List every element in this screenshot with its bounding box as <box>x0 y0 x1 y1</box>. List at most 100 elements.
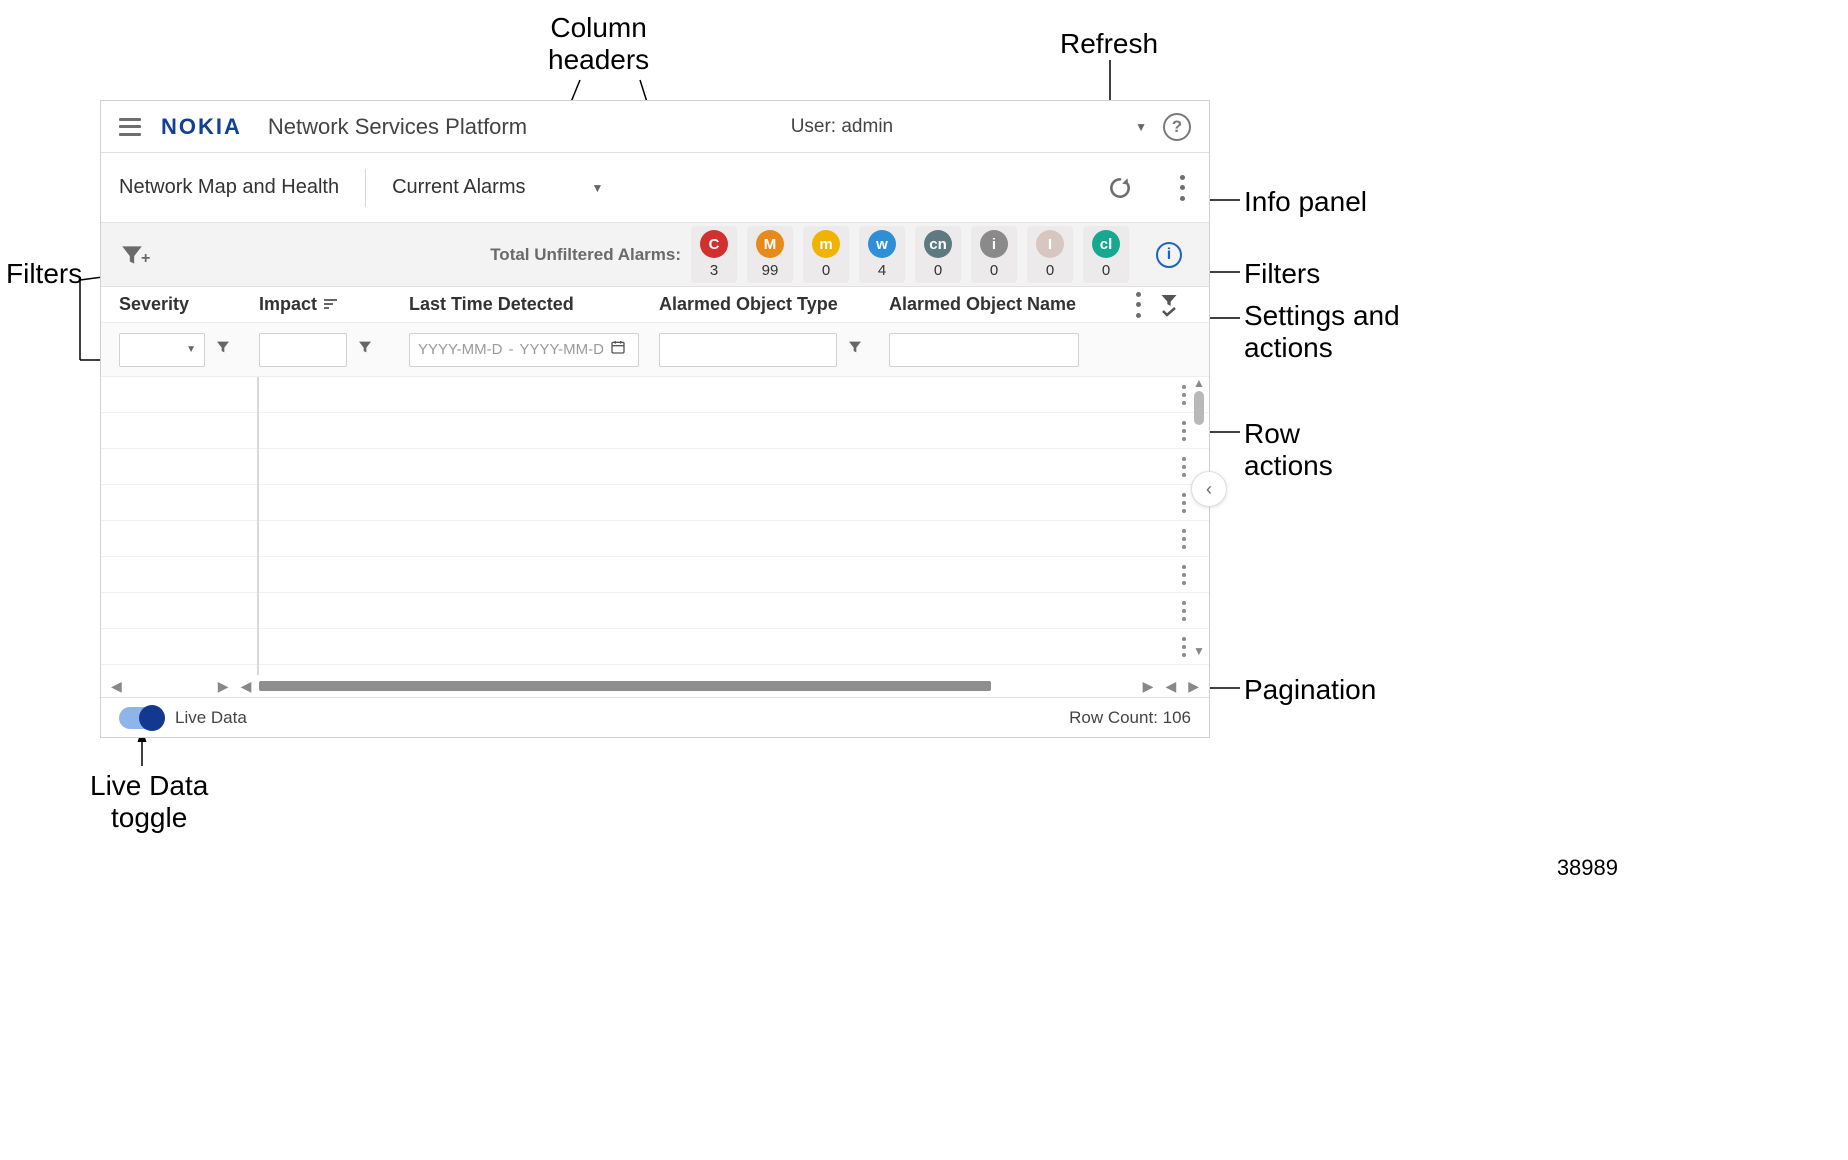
help-icon[interactable]: ? <box>1163 113 1191 141</box>
summary-bar: + Total Unfiltered Alarms: C3M99m0w4cn0i… <box>101 223 1209 287</box>
divider <box>365 169 366 207</box>
severity-dot-icon: i <box>980 230 1008 258</box>
severity-count: 0 <box>1102 262 1110 279</box>
page-first-icon[interactable]: ◀ <box>107 678 126 695</box>
page-prev-end-icon[interactable]: ▶ <box>214 678 233 695</box>
chevron-down-icon[interactable]: ▼ <box>1135 120 1147 134</box>
severity-chip-I[interactable]: I0 <box>1027 226 1073 283</box>
column-header-row: Severity Impact Last Time Detected Alarm… <box>101 287 1209 323</box>
table-row[interactable] <box>101 449 1209 485</box>
breadcrumb-section[interactable]: Network Map and Health <box>119 176 339 199</box>
scroll-thumb[interactable] <box>1194 391 1204 425</box>
menu-icon[interactable] <box>119 118 141 136</box>
severity-dot-icon: I <box>1036 230 1064 258</box>
severity-chip-i[interactable]: i0 <box>971 226 1017 283</box>
severity-dot-icon: m <box>812 230 840 258</box>
table-row[interactable] <box>101 557 1209 593</box>
page-prev-icon[interactable]: ◀ <box>237 678 256 695</box>
severity-count: 3 <box>710 262 718 279</box>
col-last-time-header[interactable]: Last Time Detected <box>409 294 659 315</box>
table-row[interactable] <box>101 485 1209 521</box>
filter-icon[interactable] <box>847 338 863 361</box>
footer-bar: Live Data Row Count: 106 <box>101 697 1209 737</box>
table-row[interactable] <box>101 377 1209 413</box>
col-object-name-header[interactable]: Alarmed Object Name <box>889 294 1089 315</box>
sort-icon <box>323 297 339 313</box>
object-type-filter-input[interactable] <box>659 333 837 367</box>
brand-logo: NOKIA <box>161 114 242 140</box>
vertical-scrollbar[interactable]: ▲ ▼ <box>1193 377 1205 657</box>
severity-count: 99 <box>762 262 779 279</box>
table-row[interactable] <box>101 413 1209 449</box>
filter-icon[interactable] <box>215 338 231 361</box>
scroll-down-icon[interactable]: ▼ <box>1193 645 1205 657</box>
page-last-icon[interactable]: ▶ <box>1184 678 1203 695</box>
row-actions-icon[interactable] <box>1181 529 1187 549</box>
col-impact-header[interactable]: Impact <box>259 294 409 315</box>
page-next-start-icon[interactable]: ◀ <box>1161 678 1180 695</box>
view-dropdown[interactable]: Current Alarms ▼ <box>392 176 603 199</box>
severity-dot-icon: cl <box>1092 230 1120 258</box>
row-actions-icon[interactable] <box>1181 601 1187 621</box>
row-actions-icon[interactable] <box>1181 385 1187 405</box>
impact-filter-input[interactable] <box>259 333 347 367</box>
row-actions-icon[interactable] <box>1181 637 1187 657</box>
severity-count: 0 <box>1046 262 1054 279</box>
chevron-down-icon: ▼ <box>591 181 603 195</box>
severity-dot-icon: C <box>700 230 728 258</box>
col-object-type-header[interactable]: Alarmed Object Type <box>659 294 889 315</box>
severity-chip-M[interactable]: M 99 <box>747 226 793 283</box>
severity-dot-icon: w <box>868 230 896 258</box>
severity-chip-m[interactable]: m0 <box>803 226 849 283</box>
row-actions-icon[interactable] <box>1181 493 1187 513</box>
product-title: Network Services Platform <box>268 114 527 140</box>
date-range-filter[interactable]: YYYY-MM-D - YYYY-MM-D <box>409 333 639 367</box>
filter-icon[interactable] <box>357 338 373 361</box>
collapse-panel-icon[interactable]: ‹ <box>1191 471 1227 507</box>
alarm-severity-chips: C3M99m0w4cn0i0I0cl0 <box>691 226 1129 283</box>
page-next-icon[interactable]: ▶ <box>1139 678 1158 695</box>
live-data-toggle[interactable] <box>119 707 163 729</box>
add-filter-icon[interactable]: + <box>119 242 150 268</box>
severity-count: 0 <box>934 262 942 279</box>
annotation-pagination: Pagination <box>1244 674 1376 706</box>
table-row[interactable] <box>101 593 1209 629</box>
annotation-image-id: 38989 <box>1557 855 1618 880</box>
annotation-filters-left: Filters <box>6 258 82 290</box>
severity-count: 4 <box>878 262 886 279</box>
row-actions-icon[interactable] <box>1181 421 1187 441</box>
column-splitter[interactable] <box>257 377 259 675</box>
table-body: ▲ ▼ <box>101 377 1209 675</box>
severity-dot-icon: cn <box>924 230 952 258</box>
severity-count: 0 <box>990 262 998 279</box>
severity-chip-w[interactable]: w4 <box>859 226 905 283</box>
row-actions-icon[interactable] <box>1181 457 1187 477</box>
app-window: NOKIA Network Services Platform User: ad… <box>100 100 1210 738</box>
total-alarms-label: Total Unfiltered Alarms: <box>490 245 681 265</box>
more-menu-icon[interactable] <box>1179 175 1185 201</box>
severity-dot-icon: M <box>756 230 784 258</box>
column-settings-icon[interactable] <box>1135 292 1141 318</box>
severity-chip-cl[interactable]: cl 0 <box>1083 226 1129 283</box>
scroll-thumb[interactable] <box>259 681 990 691</box>
severity-filter-select[interactable]: ▼ <box>119 333 205 367</box>
severity-chip-C[interactable]: C3 <box>691 226 737 283</box>
filter-row: ▼ YYYY-MM-D - YYYY-MM-D <box>101 323 1209 377</box>
object-name-filter-input[interactable] <box>889 333 1079 367</box>
apply-filters-icon[interactable] <box>1159 293 1179 317</box>
info-icon[interactable]: i <box>1156 242 1182 268</box>
annotation-settings-actions: Settings and actions <box>1244 300 1400 364</box>
table-row[interactable] <box>101 521 1209 557</box>
scroll-up-icon[interactable]: ▲ <box>1193 377 1205 389</box>
refresh-icon[interactable] <box>1107 175 1133 201</box>
row-count-label: Row Count: 106 <box>1069 708 1191 728</box>
user-label[interactable]: User: admin <box>791 116 893 138</box>
table-row[interactable] <box>101 629 1209 665</box>
col-severity-header[interactable]: Severity <box>119 294 259 315</box>
severity-chip-cn[interactable]: cn 0 <box>915 226 961 283</box>
annotation-refresh: Refresh <box>1060 28 1158 60</box>
live-data-label: Live Data <box>175 708 247 728</box>
row-actions-icon[interactable] <box>1181 565 1187 585</box>
annotation-row-actions: Row actions <box>1244 418 1333 482</box>
calendar-icon <box>610 339 626 360</box>
